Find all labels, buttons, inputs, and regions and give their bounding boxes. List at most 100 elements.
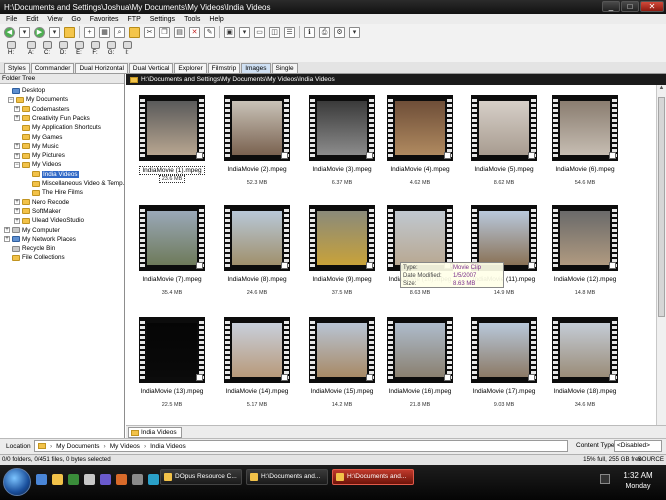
file-thumbnail[interactable]: IndiaMovie (10).mpeg8.63 MB: [382, 205, 458, 305]
view-mode-icon[interactable]: ▣: [224, 26, 235, 38]
tree-item[interactable]: + Ulead VideoStudio: [14, 216, 84, 225]
taskbar-button-documents-1[interactable]: H:\Documents and...: [246, 469, 328, 485]
menu-help[interactable]: Help: [209, 16, 223, 23]
quick-launch-app-icon[interactable]: [148, 474, 159, 485]
tree-expander-icon[interactable]: +: [14, 115, 20, 122]
taskbar-button-dopus-resource[interactable]: DOpus Resource C...: [160, 469, 242, 485]
scroll-up-icon[interactable]: ▲: [657, 85, 666, 94]
tree-expander-icon[interactable]: +: [14, 106, 20, 113]
tree-item[interactable]: − My Videos: [14, 160, 61, 169]
clock[interactable]: 1:32 AM Monday: [618, 471, 658, 490]
maximize-button[interactable]: □: [621, 1, 639, 12]
file-thumbnail[interactable]: IndiaMovie (18).mpeg 34.6 MB: [547, 317, 623, 417]
tree-expander-icon[interactable]: +: [14, 143, 20, 150]
tree-item[interactable]: + Creativity Fun Packs: [14, 114, 90, 123]
tree-item[interactable]: My Application Shortcuts: [14, 123, 101, 132]
quick-launch-folder-icon[interactable]: [52, 474, 63, 485]
tree-expander-icon[interactable]: +: [14, 152, 20, 159]
file-thumbnail[interactable]: IndiaMovie (16).mpeg 21.8 MB: [382, 317, 458, 417]
menu-file[interactable]: File: [6, 16, 17, 23]
tab-commander[interactable]: Commander: [30, 63, 75, 73]
file-thumbnail[interactable]: IndiaMovie (9).mpeg 37.5 MB: [304, 205, 380, 305]
file-thumbnail[interactable]: IndiaMovie (12).mpeg 14.8 MB: [547, 205, 623, 305]
copy-to-folder-icon[interactable]: [129, 26, 140, 38]
start-button[interactable]: [3, 468, 31, 496]
minimize-button[interactable]: _: [602, 1, 620, 12]
breadcrumb-my-documents[interactable]: My Documents: [56, 443, 99, 450]
delete-icon[interactable]: ✕: [189, 26, 200, 38]
tree-toggle-icon[interactable]: ☰: [284, 26, 295, 38]
tree-item[interactable]: + My Music: [14, 142, 59, 151]
tree-expander-icon[interactable]: +: [4, 236, 10, 243]
drive-button-f[interactable]: F:: [88, 40, 102, 57]
tree-item[interactable]: + SoftMaker: [14, 207, 61, 216]
tree-item[interactable]: + My Computer: [4, 226, 60, 235]
find-icon[interactable]: ⌕: [114, 26, 125, 38]
tree-item[interactable]: India Videos: [24, 170, 79, 179]
tab-single[interactable]: Single: [271, 63, 298, 73]
tree-item[interactable]: − My Documents: [8, 95, 68, 104]
tree-item[interactable]: + Nero Recode: [14, 198, 69, 207]
vertical-scrollbar[interactable]: ▲: [656, 85, 666, 425]
tree-expander-icon[interactable]: −: [14, 161, 20, 168]
paste-icon[interactable]: ▤: [174, 26, 185, 38]
file-thumbnail[interactable]: IndiaMovie (4).mpeg 4.62 MB: [382, 95, 458, 195]
content-type-select[interactable]: <Disabled>: [614, 440, 662, 452]
file-thumbnail[interactable]: IndiaMovie (2).mpeg 52.3 MB: [219, 95, 295, 195]
drive-button-i[interactable]: I:: [120, 40, 134, 57]
file-thumbnail[interactable]: IndiaMovie (8).mpeg 24.6 MB: [219, 205, 295, 305]
file-thumbnail[interactable]: IndiaMovie (7).mpeg 35.4 MB: [134, 205, 210, 305]
new-folder-icon[interactable]: +: [84, 26, 95, 38]
quick-launch-app-icon[interactable]: [116, 474, 127, 485]
copy-icon[interactable]: ❐: [159, 26, 170, 38]
options-icon[interactable]: ⚙: [334, 26, 345, 38]
taskbar-button-documents-2[interactable]: H:\Documents and...: [332, 469, 414, 485]
menu-settings[interactable]: Settings: [150, 16, 175, 23]
menu-tools[interactable]: Tools: [184, 16, 200, 23]
properties-icon[interactable]: ℹ: [304, 26, 315, 38]
drive-button-e[interactable]: E:: [72, 40, 86, 57]
tab-images[interactable]: Images: [241, 63, 271, 73]
file-thumbnail[interactable]: IndiaMovie (6).mpeg 54.6 MB: [547, 95, 623, 195]
tray-app-icon[interactable]: [600, 474, 610, 484]
forward-icon[interactable]: ▶: [34, 26, 45, 38]
tree-expander-icon[interactable]: +: [4, 227, 10, 233]
tree-item[interactable]: Recycle Bin: [4, 244, 55, 253]
tree-item[interactable]: Miscellaneous Video & Temp. P: [24, 179, 124, 188]
drive-button-h[interactable]: H:: [4, 40, 18, 57]
file-thumbnail[interactable]: IndiaMovie (17).mpeg 9.03 MB: [466, 317, 542, 417]
dropdown-arrow-icon[interactable]: ▾: [239, 26, 250, 38]
drive-button-d[interactable]: D:: [56, 40, 70, 57]
quick-launch-ie-icon[interactable]: [36, 474, 47, 485]
breadcrumb-india-videos[interactable]: India Videos: [150, 443, 186, 450]
tree-expander-icon[interactable]: +: [14, 208, 20, 215]
tree-expander-icon[interactable]: +: [14, 199, 20, 206]
scrollbar-thumb[interactable]: [658, 97, 665, 317]
cut-icon[interactable]: ✂: [144, 26, 155, 38]
tab-dual-vertical[interactable]: Dual Vertical: [128, 63, 174, 73]
tree-expander-icon[interactable]: −: [8, 96, 14, 103]
tab-dual-horizontal[interactable]: Dual Horizontal: [75, 63, 128, 73]
tree-item[interactable]: + My Pictures: [14, 151, 65, 160]
file-thumbnail[interactable]: IndiaMovie (1).mpeg 23.6 MB: [134, 95, 210, 195]
file-thumbnail[interactable]: IndiaMovie (5).mpeg 8.62 MB: [466, 95, 542, 195]
tree-item[interactable]: File Collections: [4, 253, 65, 262]
dropdown-arrow-icon[interactable]: ▾: [19, 26, 30, 38]
file-thumbnail[interactable]: IndiaMovie (13).mpeg 22.5 MB: [134, 317, 210, 417]
file-thumbnail[interactable]: IndiaMovie (11).mpeg14.9 MB: [466, 205, 542, 305]
tree-item[interactable]: My Games: [14, 133, 62, 142]
tab-styles[interactable]: Styles: [4, 63, 30, 73]
tree-item[interactable]: + Codemasters: [14, 105, 69, 114]
back-icon[interactable]: ◀: [4, 26, 15, 38]
quick-launch-app-icon[interactable]: [68, 474, 79, 485]
close-button[interactable]: ✕: [640, 1, 664, 12]
tree-item[interactable]: Desktop: [4, 86, 45, 95]
tab-filmstrip[interactable]: Filmstrip: [207, 63, 241, 73]
menu-edit[interactable]: Edit: [26, 16, 38, 23]
single-pane-icon[interactable]: ▭: [254, 26, 265, 38]
menu-view[interactable]: View: [47, 16, 62, 23]
dropdown-arrow-icon[interactable]: ▾: [49, 26, 60, 38]
menu-favorites[interactable]: Favorites: [90, 16, 119, 23]
quick-launch-app-icon[interactable]: [132, 474, 143, 485]
dual-pane-icon[interactable]: ◫: [269, 26, 280, 38]
